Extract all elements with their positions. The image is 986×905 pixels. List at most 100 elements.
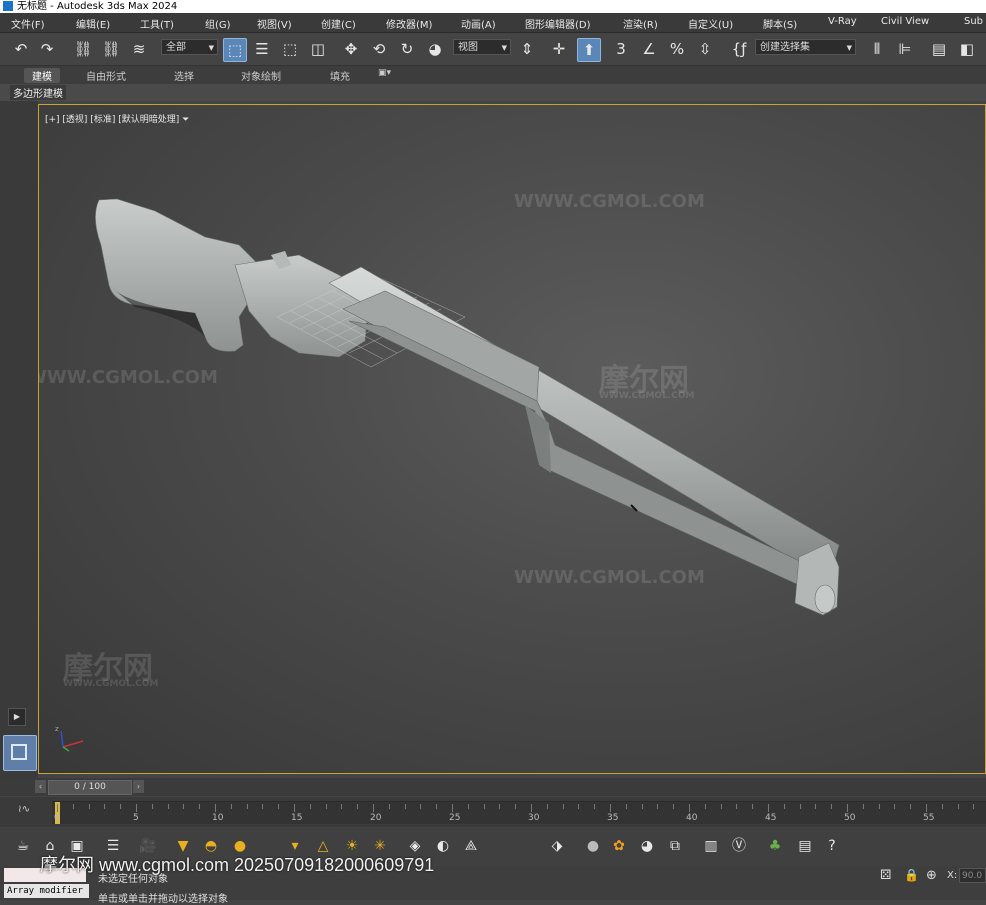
palette-icon[interactable]: ◕ — [638, 837, 656, 855]
menu-file[interactable]: 文件(F) — [11, 16, 45, 31]
menu-rendering[interactable]: 渲染(R) — [623, 16, 658, 31]
timeline-tick — [799, 804, 801, 809]
spinner-snap-icon[interactable]: ⇳ — [694, 38, 716, 60]
tab-object-paint[interactable]: 对象绘制 — [241, 68, 281, 83]
fur-icon[interactable]: ◐ — [434, 837, 452, 855]
absolute-mode-icon[interactable]: ⊕ — [926, 868, 937, 883]
timeline-tick — [641, 804, 643, 809]
tab-populate[interactable]: 填充 — [330, 68, 350, 83]
teapot-icon[interactable]: ☕ — [14, 837, 32, 855]
material-sphere-icon[interactable]: ● — [584, 837, 602, 855]
reference-coord-dropdown[interactable]: 视图 ▼ — [453, 39, 511, 55]
menu-animation[interactable]: 动画(A) — [461, 16, 496, 31]
move-icon[interactable]: ✥ — [340, 38, 362, 60]
menu-modifiers[interactable]: 修改器(M) — [386, 16, 432, 31]
rect-selection-region-icon[interactable]: ⬚ — [279, 38, 301, 60]
keyboard-shortcut-override-icon[interactable]: ⬆ — [577, 38, 601, 62]
timeline-tick — [941, 804, 943, 809]
redo-icon[interactable]: ↷ — [36, 38, 58, 60]
timeline-tick — [325, 804, 327, 809]
env-fog-icon[interactable]: ⬗ — [548, 837, 566, 855]
timeline-tick — [246, 804, 248, 809]
curve-editor-icon[interactable]: ≀∿ — [18, 804, 30, 815]
select-object-icon[interactable]: ⬚ — [223, 38, 247, 62]
x-coord-field[interactable]: 90.0 — [959, 868, 986, 883]
undo-icon[interactable]: ↶ — [10, 38, 32, 60]
watermark-bar: 摩尔网 www.cgmol.com 20250709182000609791 — [40, 855, 435, 875]
help-icon[interactable]: ? — [823, 837, 841, 855]
chevron-down-icon: ▼ — [208, 44, 214, 52]
vray-logo-icon[interactable]: Ⓥ — [730, 837, 748, 855]
timeline-tick-label: 25 — [449, 813, 461, 823]
menu-tools[interactable]: 工具(T) — [140, 16, 174, 31]
timeline-tick — [783, 804, 785, 809]
scale-icon[interactable]: ◕ — [424, 38, 446, 60]
menu-civil-view[interactable]: Civil View — [881, 16, 929, 27]
unlink-icon[interactable]: ⛓ — [100, 38, 122, 60]
lock-icon[interactable]: 🔒 — [904, 868, 919, 882]
polygon-modeling-label[interactable]: 多边形建模 — [10, 85, 66, 100]
shotgun-model[interactable] — [39, 105, 985, 773]
timeline-tick — [388, 804, 390, 809]
multi-material-icon[interactable]: ✿ — [610, 837, 628, 855]
scene-explorer-icon[interactable]: ▤ — [928, 38, 950, 60]
timeline-track[interactable]: 0 5 10 15 20 25 30 35 40 45 50 55 — [52, 801, 986, 824]
pivot-center-icon[interactable]: ⇕ — [516, 38, 538, 60]
ribbon-options-icon[interactable]: ▣▾ — [378, 68, 391, 78]
material-editor-icon[interactable]: ⧉ — [666, 837, 684, 855]
plane-icon[interactable]: ⟁ — [462, 837, 480, 855]
x-label: X: — [947, 870, 958, 881]
viewport-layout-tab[interactable] — [3, 735, 37, 771]
timeline-tick — [278, 804, 280, 809]
select-by-name-icon[interactable]: ☰ — [251, 38, 273, 60]
timeline-tick — [546, 804, 548, 809]
timeline-tick — [831, 804, 833, 809]
timeline-tick — [926, 804, 927, 812]
menu-group[interactable]: 组(G) — [205, 16, 231, 31]
maxscript-listener[interactable]: Array modifier — [4, 884, 89, 898]
gun-stock — [95, 198, 262, 352]
time-slider-thumb[interactable]: 0 / 100 — [48, 780, 132, 795]
edit-named-selection-icon[interactable]: {ƒ — [728, 38, 750, 60]
menu-scripting[interactable]: 脚本(S) — [763, 16, 797, 31]
angle-snap-icon[interactable]: ∠ — [638, 38, 660, 60]
menu-customize[interactable]: 自定义(U) — [688, 16, 733, 31]
menu-vray[interactable]: V-Ray — [828, 16, 857, 27]
timeline-tick — [957, 804, 959, 809]
mirror-icon[interactable]: ⫴ — [866, 38, 888, 60]
timeline-tick — [673, 804, 675, 809]
select-manipulate-icon[interactable]: ✛ — [548, 38, 570, 60]
menu-create[interactable]: 创建(C) — [321, 16, 356, 31]
scatter-trees-icon[interactable]: ♣ — [766, 837, 784, 855]
selection-filter-dropdown[interactable]: 全部 ▼ — [161, 39, 218, 55]
align-icon[interactable]: ⊫ — [894, 38, 916, 60]
menu-graph-editors[interactable]: 图形编辑器(D) — [525, 16, 591, 31]
named-selection-dropdown[interactable]: 创建选择集 ▼ — [755, 39, 856, 55]
timeline-tick — [752, 804, 754, 809]
window-crossing-icon[interactable]: ◫ — [307, 38, 329, 60]
tab-freeform[interactable]: 自由形式 — [86, 68, 126, 83]
tab-selection[interactable]: 选择 — [174, 68, 194, 83]
layer-explorer-icon[interactable]: ◧ — [956, 38, 978, 60]
ribbon-tabs: 建模 自由形式 选择 对象绘制 填充 ▣▾ — [0, 66, 986, 84]
link-icon[interactable]: ⛓ — [72, 38, 94, 60]
chevron-down-icon: ▼ — [846, 44, 852, 52]
perspective-viewport[interactable]: [+] [透视] [标准] [默认明暗处理] ⏷ WWW.CGMOL.COM W… — [38, 104, 986, 774]
bind-spacewarp-icon[interactable]: ≋ — [128, 38, 150, 60]
menu-views[interactable]: 视图(V) — [257, 16, 292, 31]
time-prev-icon[interactable]: ‹ — [35, 780, 46, 793]
time-next-icon[interactable]: › — [133, 780, 144, 793]
vfb-icon[interactable]: ▥ — [702, 837, 720, 855]
prompt-line: 单击或单击并拖动以选择对象 — [98, 894, 228, 905]
tab-modeling[interactable]: 建模 — [24, 68, 60, 83]
menu-edit[interactable]: 编辑(E) — [76, 16, 110, 31]
notes-icon[interactable]: ▤ — [796, 837, 814, 855]
snaps-toggle-icon[interactable]: 3 — [610, 38, 632, 60]
timeline-tick — [357, 804, 359, 809]
rotate-scale-icon[interactable]: ⟲ — [368, 38, 390, 60]
isolate-selection-icon[interactable]: ⚄ — [880, 868, 891, 883]
expand-panel-icon[interactable]: ▶ — [8, 708, 26, 726]
menu-substance[interactable]: Sub — [964, 16, 983, 27]
rotate-icon[interactable]: ↻ — [396, 38, 418, 60]
percent-snap-icon[interactable]: % — [666, 38, 688, 60]
